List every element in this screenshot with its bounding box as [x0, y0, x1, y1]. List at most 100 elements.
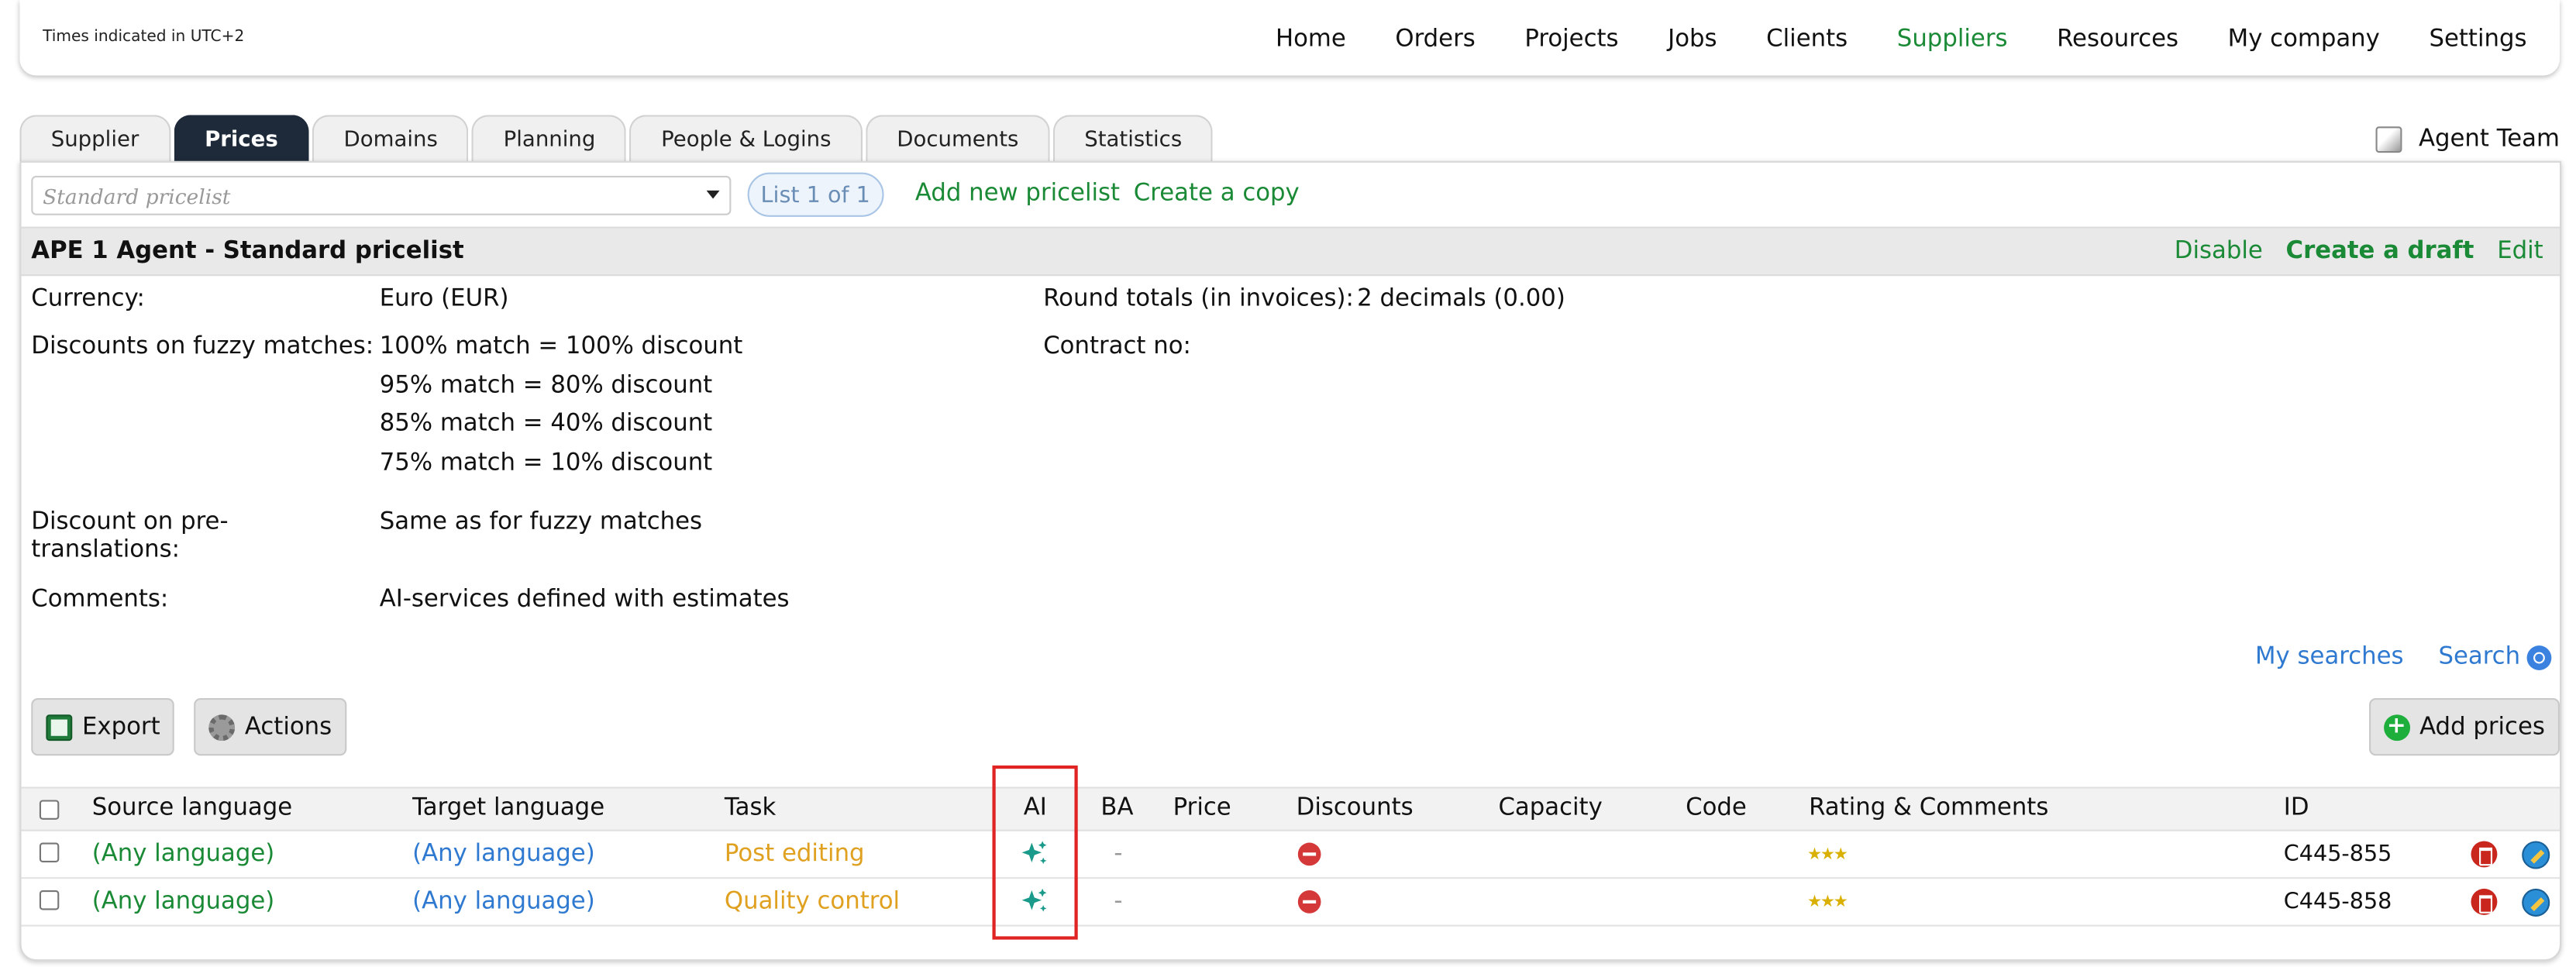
source-language-cell[interactable]: (Any language) — [92, 841, 275, 867]
create-draft-link[interactable]: Create a draft — [2286, 238, 2474, 264]
row-checkbox[interactable] — [39, 890, 60, 910]
nav-orders[interactable]: Orders — [1395, 26, 1475, 53]
target-language-cell[interactable]: (Any language) — [412, 841, 595, 867]
nav-settings[interactable]: Settings — [2429, 26, 2526, 53]
pretranslation-value: Same as for fuzzy matches — [379, 509, 703, 536]
pretranslation-label-line2: translations: — [31, 537, 180, 564]
col-price[interactable]: Price — [1173, 795, 1231, 821]
pricelist-actions: Disable Create a draft Edit — [2175, 238, 2543, 264]
delete-icon[interactable] — [2471, 841, 2498, 868]
disable-link[interactable]: Disable — [2175, 238, 2263, 264]
fuzzy-discount-85: 85% match = 40% discount — [379, 411, 713, 437]
rating-stars[interactable]: ★★★ — [1807, 846, 1848, 864]
table-row[interactable]: (Any language) (Any language) Post editi… — [21, 831, 2560, 879]
actions-label: Actions — [244, 714, 332, 741]
select-all-checkbox[interactable] — [39, 800, 60, 820]
col-capacity[interactable]: Capacity — [1498, 795, 1602, 821]
add-new-pricelist-link[interactable]: Add new pricelist — [915, 181, 1120, 207]
tab-planning[interactable]: Planning — [472, 115, 627, 163]
col-source-language[interactable]: Source language — [92, 795, 292, 821]
round-totals-label: Round totals (in invoices): — [1043, 285, 1354, 312]
col-code[interactable]: Code — [1686, 795, 1747, 821]
tab-domains[interactable]: Domains — [312, 115, 470, 163]
my-searches-link[interactable]: My searches — [2255, 644, 2404, 670]
pricelist-select[interactable]: Standard pricelist — [31, 175, 732, 215]
search-label: Search — [2438, 644, 2521, 670]
add-prices-button[interactable]: + Add prices — [2368, 697, 2560, 756]
ba-cell: - — [1114, 888, 1123, 915]
comments-label: Comments: — [31, 586, 169, 613]
source-language-cell[interactable]: (Any language) — [92, 889, 275, 915]
tab-people-logins[interactable]: People & Logins — [629, 115, 863, 163]
task-cell[interactable]: Quality control — [725, 889, 900, 915]
create-copy-link[interactable]: Create a copy — [1134, 181, 1300, 207]
app-root: Times indicated in UTC+2 Home Orders Pro… — [0, 0, 2576, 967]
delete-icon[interactable] — [2471, 888, 2498, 915]
col-discounts[interactable]: Discounts — [1297, 795, 1414, 821]
round-totals-value: 2 decimals (0.00) — [1357, 285, 1565, 312]
pricelist-select-placeholder: Standard pricelist — [43, 183, 231, 208]
task-cell[interactable]: Post editing — [725, 841, 865, 867]
edit-icon[interactable] — [2522, 841, 2550, 869]
gear-icon — [208, 714, 236, 741]
contact-card-icon — [2375, 126, 2402, 153]
fuzzy-discount-95: 95% match = 80% discount — [379, 373, 713, 400]
contract-label: Contract no: — [1043, 333, 1191, 360]
export-label: Export — [81, 714, 160, 741]
nav-projects[interactable]: Projects — [1524, 26, 1618, 53]
supplier-tabs: Supplier Prices Domains Planning People … — [19, 115, 1214, 163]
tab-prices[interactable]: Prices — [173, 115, 310, 163]
nav-clients[interactable]: Clients — [1766, 26, 1848, 53]
main-nav: Home Orders Projects Jobs Clients Suppli… — [1276, 26, 2527, 53]
currency-value: Euro (EUR) — [379, 285, 509, 312]
col-id[interactable]: ID — [2284, 795, 2309, 821]
tab-supplier[interactable]: Supplier — [19, 115, 170, 163]
nav-resources[interactable]: Resources — [2057, 26, 2178, 53]
supplier-badge: Agent Team — [2375, 126, 2560, 153]
nav-my-company[interactable]: My company — [2228, 26, 2380, 53]
add-circle-icon: + — [2383, 713, 2410, 741]
excel-icon — [46, 714, 73, 741]
target-language-cell[interactable]: (Any language) — [412, 889, 595, 915]
fuzzy-discount-label: Discounts on fuzzy matches: — [31, 333, 374, 360]
nav-jobs[interactable]: Jobs — [1668, 26, 1717, 53]
pretranslation-label-line1: Discount on pre- — [31, 509, 229, 536]
id-cell: C445-858 — [2283, 888, 2392, 915]
table-header: Source language Target language Task AI … — [21, 786, 2560, 831]
comments-value: AI-services defined with estimates — [379, 586, 790, 613]
top-bar: Times indicated in UTC+2 Home Orders Pro… — [19, 0, 2560, 76]
export-button[interactable]: Export — [31, 697, 175, 756]
edit-icon[interactable] — [2522, 888, 2550, 917]
fuzzy-discount-75: 75% match = 10% discount — [379, 449, 713, 477]
fuzzy-discount-100: 100% match = 100% discount — [379, 333, 743, 360]
timezone-note: Times indicated in UTC+2 — [43, 28, 245, 46]
col-ba[interactable]: BA — [1100, 795, 1133, 821]
nav-home[interactable]: Home — [1276, 26, 1346, 53]
id-cell: C445-855 — [2283, 841, 2392, 868]
col-task[interactable]: Task — [725, 795, 776, 821]
tab-statistics[interactable]: Statistics — [1052, 115, 1214, 163]
list-counter: List 1 of 1 — [747, 172, 883, 217]
actions-button[interactable]: Actions — [194, 697, 347, 756]
row-checkbox[interactable] — [39, 842, 60, 862]
supplier-name: Agent Team — [2418, 126, 2560, 153]
rating-stars[interactable]: ★★★ — [1807, 893, 1848, 911]
tab-documents[interactable]: Documents — [865, 115, 1050, 163]
table-row[interactable]: (Any language) (Any language) Quality co… — [21, 879, 2560, 927]
no-entry-icon[interactable] — [1297, 890, 1321, 914]
search-link[interactable]: Search — [2438, 644, 2552, 670]
pricelist-header: APE 1 Agent - Standard pricelist Disable… — [21, 226, 2560, 277]
col-target-language[interactable]: Target language — [412, 795, 604, 821]
prices-panel: Standard pricelist List 1 of 1 Add new p… — [19, 160, 2562, 962]
currency-label: Currency: — [31, 285, 145, 312]
edit-link[interactable]: Edit — [2497, 238, 2543, 264]
add-prices-label: Add prices — [2419, 714, 2545, 741]
ai-column-highlight — [992, 765, 1078, 940]
chevron-down-icon[interactable] — [706, 190, 720, 199]
search-icon — [2526, 645, 2552, 669]
pricelist-title: APE 1 Agent - Standard pricelist — [31, 238, 464, 265]
ba-cell: - — [1114, 841, 1123, 868]
no-entry-icon[interactable] — [1297, 842, 1321, 866]
col-rating-comments[interactable]: Rating & Comments — [1809, 795, 2048, 821]
nav-suppliers[interactable]: Suppliers — [1897, 26, 2008, 53]
